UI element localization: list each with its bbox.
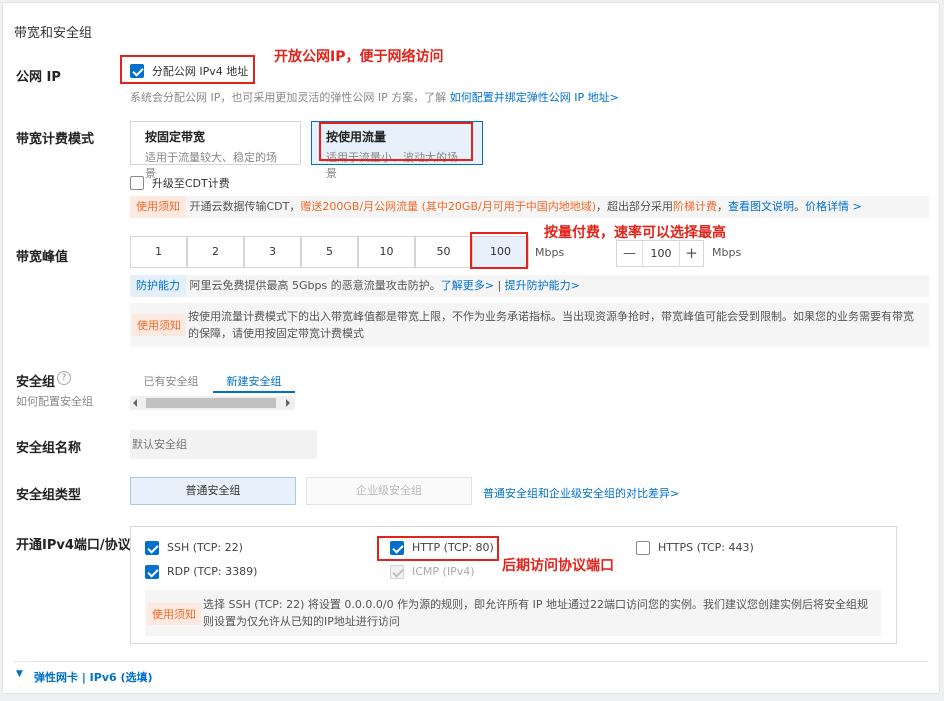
notice-highlight: 阶梯计费 [673, 200, 717, 213]
sg-config-link[interactable]: 如何配置安全组 [16, 393, 93, 409]
annotation-public-ip: 开放公网IP，便于网络访问 [274, 49, 444, 65]
bandwidth-option-1[interactable]: 1 [130, 236, 187, 268]
scrollbar-thumb[interactable] [146, 398, 276, 408]
port-icmp-label: ICMP (IPv4) [412, 565, 475, 578]
ports-label: 开通IPv4端口/协议 [16, 538, 131, 553]
nic-ipv6-toggle[interactable]: 弹性网卡 | IPv6 (选填) [34, 669, 153, 685]
minus-icon[interactable]: — [617, 241, 643, 266]
port-https-label: HTTPS (TCP: 443) [658, 541, 754, 554]
port-rdp-checkbox[interactable]: RDP (TCP: 3389) [145, 565, 257, 579]
public-ip-hint: 系统会分配公网 IP，也可采用更加灵活的弹性公网 IP 方案，了解 如何配置并绑… [130, 89, 619, 105]
sg-type-label: 安全组类型 [16, 488, 82, 503]
security-group-label: 安全组 [16, 375, 56, 390]
notice-text: ， [717, 200, 728, 213]
bandwidth-option-5[interactable]: 5 [301, 236, 358, 268]
ports-notice: 使用须知 选择 SSH (TCP: 22) 将设置 0.0.0.0/0 作为源的… [145, 590, 881, 636]
notice-highlight: 赠送200GB/月公网流量 (其中20GB/月可用于中国内地地域) [300, 200, 596, 213]
ports-notice-text: 选择 SSH (TCP: 22) 将设置 0.0.0.0/0 作为源的规则，即允… [203, 598, 868, 628]
public-ip-hint-text: 系统会分配公网 IP，也可采用更加灵活的弹性公网 IP 方案，了解 [130, 91, 447, 104]
checkbox-unchecked-icon [130, 176, 144, 190]
checkbox-unchecked-icon [636, 541, 650, 555]
port-icmp-checkbox: ICMP (IPv4) [390, 565, 475, 579]
cdt-notice: 使用须知 开通云数据传输CDT，赠送200GB/月公网流量 (其中20GB/月可… [130, 196, 929, 218]
annotation-box-billing [319, 122, 473, 161]
bandwidth-option-3[interactable]: 3 [244, 236, 301, 268]
bandwidth-peak-label: 带宽峰值 [16, 250, 69, 265]
sg-name-input[interactable] [130, 430, 317, 459]
stepper-value[interactable]: 100 [643, 241, 679, 266]
usage-notice-text: 按使用流量计费模式下的出入带宽峰值都是带宽上限，不作为业务承诺指标。当出现资源争… [188, 310, 914, 340]
price-details-link[interactable]: 价格详情 > [805, 200, 862, 213]
notice-tag: 使用须知 [130, 196, 186, 218]
learn-more-link[interactable]: 了解更多> [441, 279, 494, 292]
section-title: 带宽和安全组 [14, 26, 93, 41]
scroll-left-icon[interactable] [133, 399, 137, 407]
ports-notice-tag: 使用须知 [147, 603, 201, 625]
port-rdp-label: RDP (TCP: 3389) [167, 565, 258, 578]
cdt-checkbox[interactable]: 升级至CDT计费 [130, 175, 230, 191]
public-ip-label: 公网 IP [16, 70, 61, 85]
plus-icon[interactable]: + [679, 241, 703, 266]
eip-config-link[interactable]: 如何配置并绑定弹性公网 IP 地址> [450, 91, 619, 104]
view-guide-link[interactable]: 查看图文说明 [728, 200, 794, 213]
sg-type-normal-button[interactable]: 普通安全组 [130, 477, 296, 505]
port-ssh-checkbox[interactable]: SSH (TCP: 22) [145, 541, 243, 555]
sg-type-enterprise-button[interactable]: 企业级安全组 [306, 477, 472, 505]
improve-protection-link[interactable]: 提升防护能力> [505, 279, 580, 292]
active-tab-indicator [213, 391, 295, 393]
stepper-unit: Mbps [712, 246, 742, 259]
protection-text: 阿里云免费提供最高 5Gbps 的恶意流量攻击防护。 [189, 279, 441, 292]
help-icon[interactable]: ? [57, 371, 71, 385]
checkbox-checked-icon [145, 565, 159, 579]
footer-divider [14, 661, 928, 662]
sg-compare-link[interactable]: 普通安全组和企业级安全组的对比差异> [483, 485, 679, 501]
bandwidth-option-10[interactable]: 10 [358, 236, 415, 268]
notice-text: 。 [794, 200, 805, 213]
annotation-box-bandwidth [470, 232, 528, 269]
bandwidth-option-50[interactable]: 50 [415, 236, 472, 268]
horizontal-scrollbar[interactable] [130, 396, 295, 410]
protection-tag: 防护能力 [130, 275, 186, 297]
port-https-checkbox[interactable]: HTTPS (TCP: 443) [636, 541, 754, 555]
notice-text: ，超出部分采用 [596, 200, 673, 213]
billing-fixed-title: 按固定带宽 [145, 130, 206, 144]
annotation-box-http [377, 536, 499, 561]
sg-name-label: 安全组名称 [16, 441, 82, 456]
bandwidth-option-2[interactable]: 2 [187, 236, 244, 268]
port-ssh-label: SSH (TCP: 22) [167, 541, 243, 554]
usage-notice-tag: 使用须知 [132, 314, 186, 336]
billing-fixed-card[interactable]: 按固定带宽 适用于流量较大、稳定的场景 [130, 121, 301, 180]
checkbox-disabled-icon [390, 565, 404, 579]
checkbox-checked-icon [145, 541, 159, 555]
bandwidth-stepper[interactable]: — 100 + [616, 240, 704, 267]
expand-icon[interactable]: ▼ [16, 669, 23, 679]
tab-new-sg[interactable]: 新建安全组 [213, 373, 295, 389]
cdt-label: 升级至CDT计费 [151, 177, 230, 190]
scroll-right-icon[interactable] [286, 399, 290, 407]
tab-existing-sg[interactable]: 已有安全组 [130, 373, 212, 389]
bandwidth-unit: Mbps [535, 246, 565, 259]
annotation-box-public-ip [120, 55, 255, 84]
separator: | [497, 279, 502, 292]
bandwidth-usage-notice: 使用须知 按使用流量计费模式下的出入带宽峰值都是带宽上限，不作为业务承诺指标。当… [130, 303, 929, 347]
annotation-bandwidth: 按量付费，速率可以选择最高 [544, 225, 726, 241]
protection-notice: 防护能力 阿里云免费提供最高 5Gbps 的恶意流量攻击防护。了解更多> | 提… [130, 275, 929, 297]
notice-text: 开通云数据传输CDT， [189, 200, 301, 213]
billing-mode-label: 带宽计费模式 [16, 132, 95, 147]
annotation-ports: 后期访问协议端口 [502, 558, 614, 574]
